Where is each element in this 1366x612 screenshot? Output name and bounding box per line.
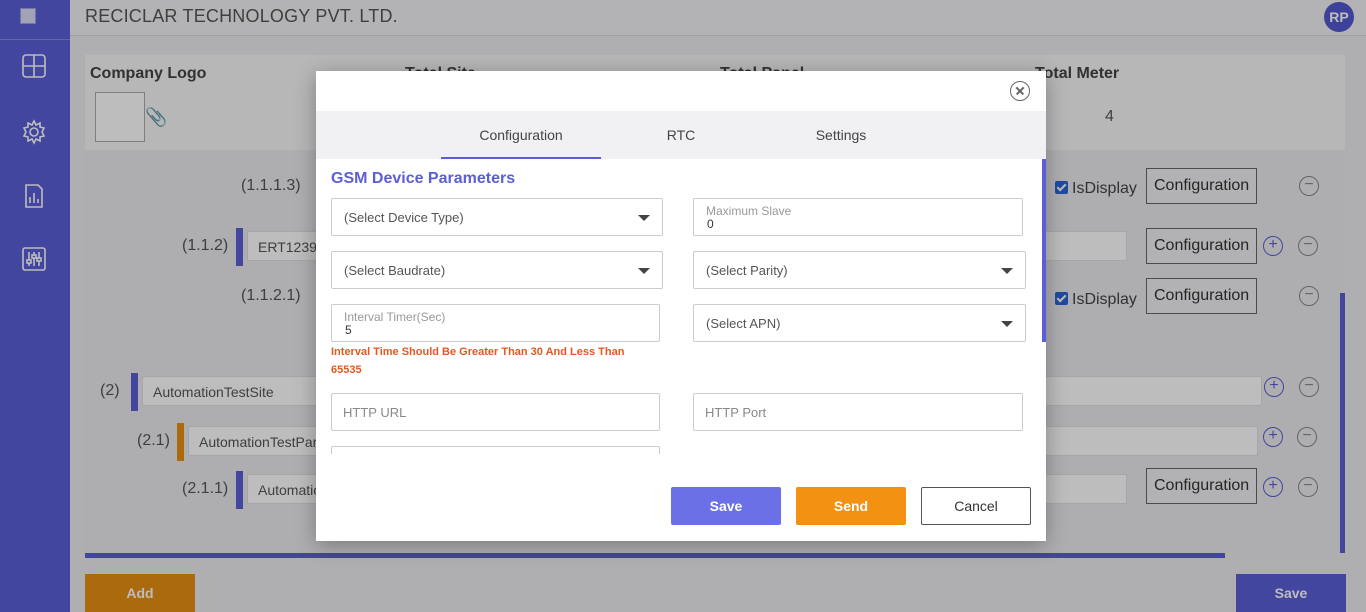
modal-body: GSM Device Parameters (Select Device Typ… [316, 159, 1046, 454]
field-value: 5 [345, 323, 352, 337]
field-placeholder: HTTP URL [343, 405, 407, 420]
chevron-down-icon [1001, 321, 1013, 327]
tab-configuration[interactable]: Configuration [441, 111, 601, 159]
save-button[interactable]: Save [671, 487, 781, 525]
chevron-down-icon [1001, 268, 1013, 274]
apn-select[interactable]: (Select APN) [693, 304, 1026, 342]
partial-field[interactable] [331, 446, 660, 454]
chevron-down-icon [638, 215, 650, 221]
modal-scrollbar[interactable] [1042, 159, 1046, 342]
select-value: (Select APN) [706, 316, 781, 331]
chevron-down-icon [638, 268, 650, 274]
parity-select[interactable]: (Select Parity) [693, 251, 1026, 289]
section-title: GSM Device Parameters [331, 170, 516, 187]
send-button[interactable]: Send [796, 487, 906, 525]
http-url-field[interactable]: HTTP URL [331, 393, 660, 431]
close-icon[interactable] [1010, 81, 1030, 101]
field-placeholder: HTTP Port [705, 405, 767, 420]
configuration-modal: Configuration RTC Settings GSM Device Pa… [316, 71, 1046, 541]
select-value: (Select Parity) [706, 263, 788, 278]
modal-tabs: Configuration RTC Settings [316, 111, 1046, 159]
http-port-field[interactable]: HTTP Port [693, 393, 1023, 431]
select-value: (Select Baudrate) [344, 263, 446, 278]
field-label: Interval Timer(Sec) [344, 310, 446, 324]
maximum-slave-field[interactable]: Maximum Slave 0 [693, 198, 1023, 236]
field-label: Maximum Slave [706, 204, 792, 218]
interval-error-message: Interval Time Should Be Greater Than 30 … [331, 346, 625, 376]
baudrate-select[interactable]: (Select Baudrate) [331, 251, 663, 289]
cancel-button[interactable]: Cancel [921, 487, 1031, 525]
tab-rtc[interactable]: RTC [601, 111, 761, 159]
device-type-select[interactable]: (Select Device Type) [331, 198, 663, 236]
field-value: 0 [707, 217, 714, 231]
tab-settings[interactable]: Settings [761, 111, 921, 159]
interval-timer-field[interactable]: Interval Timer(Sec) 5 [331, 304, 660, 342]
select-value: (Select Device Type) [344, 210, 464, 225]
